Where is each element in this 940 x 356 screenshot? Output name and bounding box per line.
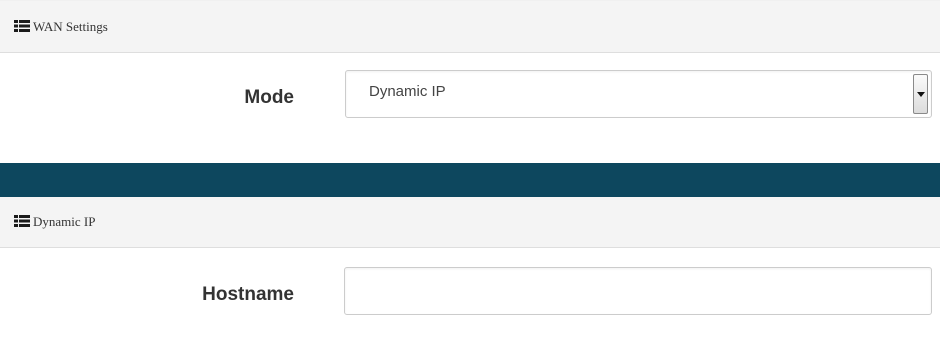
mode-select-value: Dynamic IP — [369, 83, 446, 100]
wan-settings-header: WAN Settings — [0, 0, 940, 53]
wan-settings-title: WAN Settings — [33, 18, 108, 34]
dynamic-ip-title: Dynamic IP — [33, 214, 96, 229]
hostname-input[interactable] — [344, 267, 932, 315]
mode-label: Mode — [244, 87, 294, 108]
dynamic-ip-header: Dynamic IP — [0, 197, 940, 248]
grid-icon — [14, 215, 30, 227]
section-divider-band — [0, 163, 940, 197]
mode-select[interactable]: Dynamic IP — [345, 70, 932, 118]
chevron-down-icon — [916, 91, 925, 97]
grid-icon — [14, 19, 30, 32]
dropdown-arrow-button[interactable] — [913, 74, 928, 114]
hostname-label: Hostname — [202, 284, 294, 305]
wan-settings-page: WAN Settings Mode Dynamic IP Dynamic IP … — [0, 0, 940, 356]
